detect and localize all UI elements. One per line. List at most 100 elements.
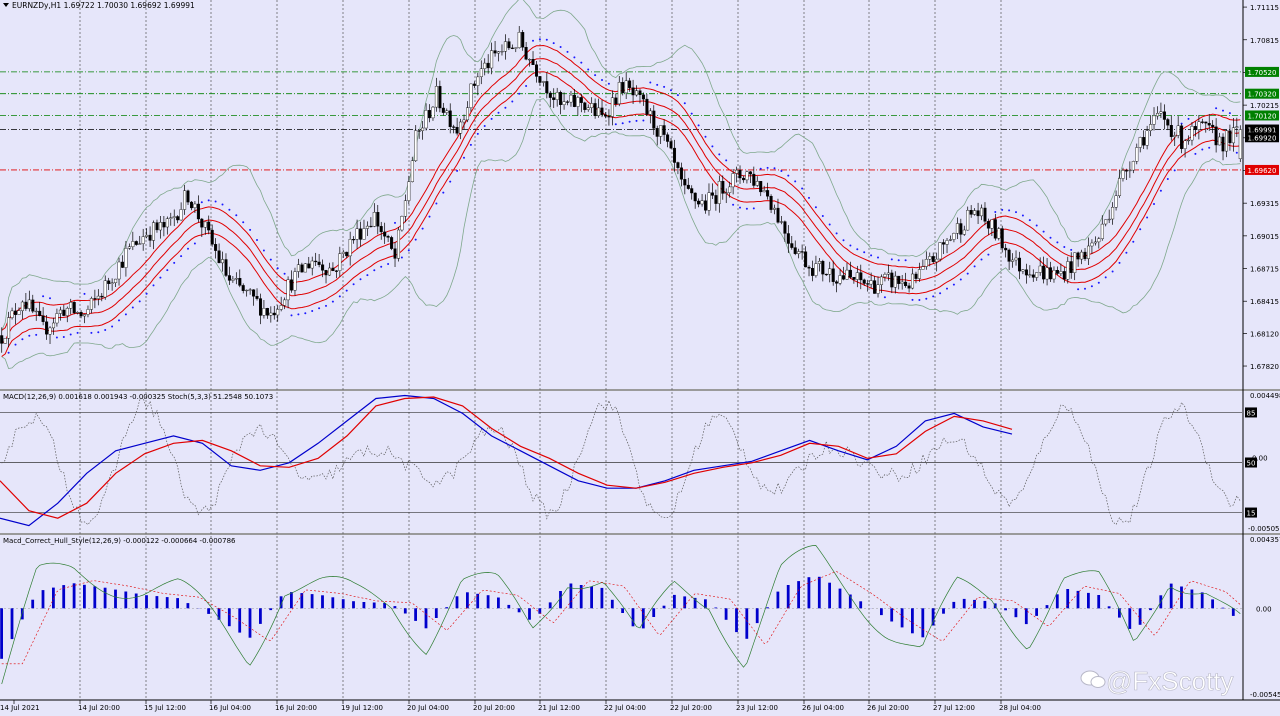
sar-dot: [276, 267, 279, 270]
candle: [334, 270, 338, 272]
candle: [303, 263, 307, 273]
candle: [1197, 121, 1201, 130]
candle: [724, 192, 728, 194]
sar-dot: [601, 79, 603, 81]
sar-dot: [1222, 109, 1224, 112]
hist-bar: [735, 608, 738, 633]
y-tick-label: 1.71115: [1250, 4, 1279, 12]
candle: [707, 192, 711, 211]
sar-dot: [939, 292, 942, 295]
hist-bar: [393, 606, 397, 609]
candle: [690, 188, 694, 194]
candle: [410, 160, 414, 183]
hist-bar: [921, 608, 925, 638]
candle: [848, 269, 852, 278]
hist-bar: [124, 591, 128, 609]
candle: [924, 259, 928, 267]
sar-dot: [297, 313, 300, 316]
hist-bar: [952, 601, 956, 609]
hist-bar: [724, 608, 728, 620]
candle: [621, 82, 625, 94]
sar-dot: [683, 102, 686, 105]
candle: [845, 269, 849, 280]
level-tag-label: 15: [1247, 510, 1256, 518]
hist-bar: [445, 607, 449, 609]
candle: [814, 263, 818, 276]
candle: [1231, 127, 1235, 144]
candle: [31, 299, 35, 312]
sar-dot: [90, 331, 93, 334]
candle: [762, 190, 766, 193]
hist-bar: [403, 608, 407, 614]
sar-dot: [166, 269, 169, 272]
candle: [1169, 124, 1173, 137]
hist-bar: [714, 607, 718, 609]
hist-bar: [548, 602, 552, 609]
sar-dot: [1056, 241, 1059, 244]
sar-dot: [718, 153, 721, 156]
candle: [227, 275, 231, 281]
sar-dot: [304, 312, 307, 315]
candle: [3, 338, 7, 344]
x-tick-label: 21 Jul 12:00: [538, 704, 580, 712]
candle: [855, 272, 859, 280]
sar-dot: [187, 247, 189, 250]
candle: [162, 221, 166, 228]
hist-bar: [155, 596, 159, 609]
candle: [952, 232, 956, 240]
hist-bar: [227, 608, 231, 627]
hist-bar: [1221, 607, 1225, 609]
candle: [535, 64, 539, 77]
candle: [1031, 274, 1035, 278]
price-tag-label: 1.70120: [1248, 112, 1277, 120]
sar-dot: [311, 310, 314, 312]
sar-dot: [193, 242, 196, 245]
candle: [493, 50, 497, 54]
candle: [897, 275, 901, 284]
sar-dot: [76, 331, 79, 334]
candle: [224, 259, 228, 276]
sar-dot: [690, 112, 693, 115]
candle: [179, 209, 183, 221]
x-tick-label: 20 Jul 20:00: [473, 704, 515, 712]
candle: [438, 86, 442, 109]
sar-dot: [269, 258, 272, 261]
candle: [189, 201, 194, 209]
candle: [528, 59, 532, 61]
candle: [372, 211, 376, 227]
x-tick-label: 26 Jul 04:00: [802, 704, 844, 712]
candle: [717, 180, 721, 204]
sar-dot: [476, 132, 479, 135]
candle: [669, 141, 673, 149]
candle: [500, 51, 504, 53]
sar-dot: [828, 223, 831, 226]
hist-bar: [1200, 592, 1204, 609]
sar-dot: [159, 276, 162, 279]
candle: [200, 218, 204, 228]
chart-background: [0, 0, 1280, 716]
candle: [1152, 115, 1156, 125]
sar-dot: [835, 232, 838, 235]
hist-bar: [362, 602, 366, 609]
candle: [624, 80, 628, 94]
candle: [293, 271, 297, 291]
candle: [0, 335, 4, 344]
candle: [773, 207, 777, 210]
candle: [1224, 130, 1229, 152]
candle: [755, 180, 759, 186]
candle: [245, 289, 249, 292]
candle: [76, 312, 80, 314]
candle: [548, 92, 552, 98]
y-tick-label: 1.70215: [1250, 102, 1279, 110]
candle: [797, 251, 801, 254]
price-tag-label: 1.70520: [1248, 69, 1277, 77]
candle: [207, 221, 211, 231]
candle: [220, 259, 225, 264]
candle: [742, 177, 746, 181]
sar-dot: [566, 50, 569, 53]
candle: [1145, 130, 1149, 146]
sar-dot: [621, 122, 624, 125]
candle: [510, 47, 514, 49]
candle: [652, 110, 656, 129]
sar-dot: [1001, 208, 1004, 211]
